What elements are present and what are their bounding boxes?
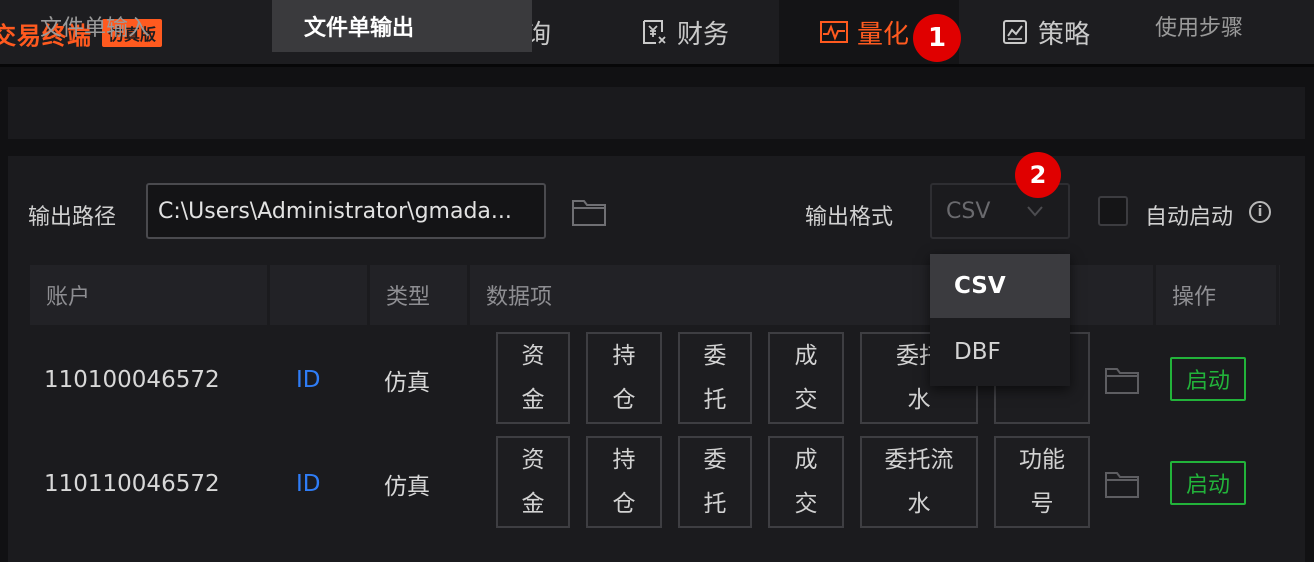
step-2-badge: 2 (1015, 152, 1061, 198)
row2-item-order-flow[interactable]: 委托流水 (860, 436, 978, 528)
row2-start-button[interactable]: 启动 (1170, 461, 1246, 505)
folder-icon (1105, 472, 1139, 498)
row1-folder-button[interactable] (1103, 364, 1141, 396)
row2-id-link[interactable]: ID (296, 468, 321, 500)
folder-icon (572, 200, 606, 226)
header-data-items: 数据项 (486, 285, 553, 310)
row1-item-order[interactable]: 委托 (678, 332, 752, 424)
tab-file-output[interactable]: 文件单输出 (272, 0, 532, 52)
row2-item-trade[interactable]: 成交 (768, 436, 844, 528)
chart-line-icon (819, 17, 849, 47)
header-divider (267, 265, 270, 325)
folder-icon (1105, 368, 1139, 394)
header-account: 账户 (46, 285, 91, 310)
format-dropdown-menu: CSV DBF (930, 254, 1070, 386)
row1-item-trade[interactable]: 成交 (768, 332, 844, 424)
strategy-icon (1000, 17, 1030, 47)
row1-start-button[interactable]: 启动 (1170, 357, 1246, 401)
row2-account: 110110046572 (44, 471, 220, 497)
header-action: 操作 (1172, 285, 1217, 310)
help-steps-label: 使用步骤 (1155, 16, 1244, 41)
browse-folder-button[interactable] (570, 196, 608, 228)
table-header (30, 265, 1280, 325)
nav-quant-label: 量化 (857, 19, 910, 50)
nav-finance[interactable]: 财务 (639, 0, 729, 64)
output-path-input[interactable]: C:\Users\Administrator\gmada... (146, 183, 546, 239)
header-divider (367, 265, 370, 325)
header-divider (1276, 265, 1279, 325)
output-path-label: 输出路径 (28, 205, 117, 230)
row2-type: 仿真 (384, 474, 430, 500)
nav-finance-label: 财务 (677, 19, 730, 50)
row2-item-function-no[interactable]: 功能号 (994, 436, 1090, 528)
row2-folder-button[interactable] (1103, 468, 1141, 500)
row1-type: 仿真 (384, 370, 430, 396)
row2-item-position[interactable]: 持仓 (586, 436, 662, 528)
header-divider (1153, 265, 1156, 325)
header-type: 类型 (386, 285, 431, 310)
nav-strategy-label: 策略 (1038, 19, 1091, 50)
row1-id-link[interactable]: ID (296, 364, 321, 396)
row2-item-order[interactable]: 委托 (678, 436, 752, 528)
tab-file-input-label: 文件单输入 (40, 16, 151, 41)
row1-account: 110100046572 (44, 367, 220, 393)
row1-item-position[interactable]: 持仓 (586, 332, 662, 424)
format-option-dbf[interactable]: DBF (930, 320, 1070, 384)
step-1-badge: 1 (913, 14, 961, 62)
tab-file-output-label: 文件单输出 (304, 16, 415, 41)
format-option-csv[interactable]: CSV (930, 254, 1070, 318)
sub-tab-bar (8, 87, 1305, 139)
top-nav-divider (0, 64, 1314, 67)
help-steps-link[interactable]: 使用步骤 (1155, 0, 1243, 52)
output-format-label: 输出格式 (805, 205, 894, 230)
tab-file-input[interactable]: 文件单输入 (40, 0, 150, 52)
row1-item-fund[interactable]: 资金 (496, 332, 570, 424)
output-format-value: CSV (946, 198, 991, 224)
chevron-down-icon (1027, 206, 1043, 217)
nav-strategy[interactable]: 策略 (1000, 0, 1090, 64)
row2-item-fund[interactable]: 资金 (496, 436, 570, 528)
header-divider (467, 265, 470, 325)
auto-start-label: 自动启动 (1145, 205, 1234, 230)
auto-start-checkbox[interactable] (1098, 196, 1128, 226)
finance-icon (639, 17, 669, 47)
info-icon[interactable]: i (1249, 201, 1271, 223)
